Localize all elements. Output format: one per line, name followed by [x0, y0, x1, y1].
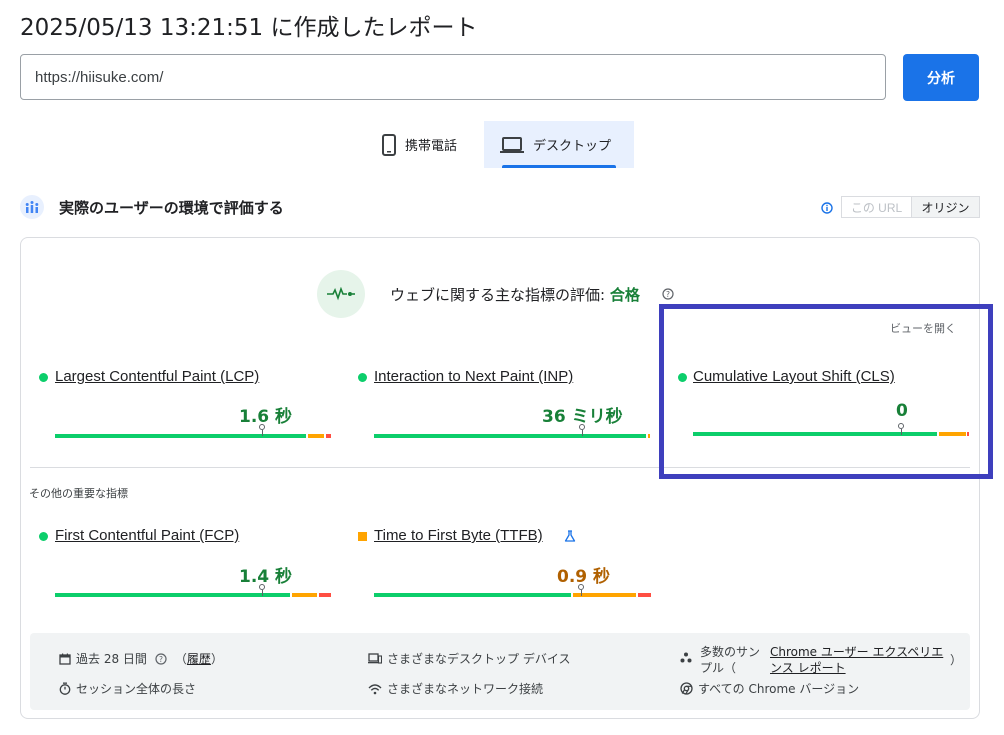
crux-report-link-line2[interactable]: ンス レポート — [770, 659, 846, 676]
samples-prefix-line2: プル（ — [700, 661, 737, 675]
analyze-button[interactable]: 分析 — [903, 54, 979, 101]
distribution-good-bar — [374, 593, 571, 597]
distribution-poor-bar — [638, 593, 651, 597]
wifi-icon — [368, 683, 382, 694]
session-info: セッション全体の長さ — [59, 680, 196, 697]
help-icon[interactable]: ? — [155, 652, 167, 665]
network-text: さまざまなネットワーク接続 — [387, 682, 544, 696]
status-good-dot — [39, 532, 48, 541]
distribution-average-bar — [573, 593, 636, 597]
tab-selected-indicator — [502, 165, 616, 168]
metric-ttfb-name[interactable]: Time to First Byte (TTFB) — [374, 527, 543, 544]
status-good-dot — [358, 373, 367, 382]
distribution-poor-bar — [326, 434, 331, 438]
status-average-square — [358, 532, 367, 541]
samples-icon-wrap — [680, 649, 692, 668]
metric-lcp-name[interactable]: Largest Contentful Paint (LCP) — [55, 368, 259, 385]
tab-desktop-label: デスクトップ — [533, 139, 612, 154]
metric-lcp-value: 1.6 秒 — [239, 407, 293, 427]
devices-info: さまざまなデスクトップ デバイス — [368, 650, 570, 667]
stopwatch-icon — [59, 682, 71, 695]
status-good-dot — [39, 373, 48, 382]
cwv-assessment: ウェブに関する主な指標の評価: 合格 — [390, 284, 640, 305]
chrome-versions-text: すべての Chrome バージョン — [698, 682, 860, 696]
chrome-versions-info: すべての Chrome バージョン — [680, 680, 859, 697]
metric-inp-name[interactable]: Interaction to Next Paint (INP) — [374, 368, 573, 385]
distribution-good-bar — [374, 434, 646, 438]
p75-marker-stem — [262, 430, 263, 436]
history-open-paren: （ — [174, 652, 187, 666]
history-link[interactable]: 履歴 — [187, 650, 211, 667]
devices-text: さまざまなデスクトップ デバイス — [387, 652, 571, 666]
laptop-icon — [500, 136, 524, 153]
other-metrics-label: その他の重要な指標 — [29, 487, 128, 500]
calendar-icon — [59, 653, 71, 665]
distribution-poor-bar — [319, 593, 331, 597]
field-data-title: 実際のユーザーの環境で評価する — [59, 199, 284, 217]
toggle-this-url[interactable]: この URL — [841, 196, 912, 218]
smartphone-icon — [382, 133, 396, 156]
pulse-icon — [317, 270, 365, 318]
experimental-flask-icon — [564, 530, 576, 542]
toggle-origin[interactable]: オリジン — [912, 196, 980, 218]
tab-mobile[interactable]: 携帯電話 — [368, 121, 484, 168]
tab-desktop[interactable]: デスクトップ — [484, 121, 634, 168]
p75-marker-stem — [581, 590, 582, 596]
history-close-paren: ） — [210, 652, 223, 666]
tab-mobile-label: 携帯電話 — [405, 139, 458, 154]
cwv-label: ウェブに関する主な指標の評価: — [390, 286, 606, 304]
network-info: さまざまなネットワーク接続 — [368, 680, 543, 697]
chrome-icon — [680, 682, 693, 695]
report-title: 2025/05/13 13:21:51 に作成したレポート — [20, 15, 478, 41]
distribution-good-bar — [55, 593, 290, 597]
url-input[interactable] — [21, 55, 885, 99]
info-icon[interactable] — [821, 202, 833, 214]
distribution-average-bar — [308, 434, 324, 438]
devices-icon — [368, 652, 382, 664]
crux-report-link-line1[interactable]: Chrome ユーザー エクスペリエ — [770, 643, 943, 660]
cls-highlight-box — [659, 304, 993, 479]
distribution-average-bar — [292, 593, 317, 597]
samples-prefix-line1: 多数のサン — [700, 645, 761, 659]
help-icon[interactable]: ? — [662, 288, 674, 300]
metric-fcp-name[interactable]: First Contentful Paint (FCP) — [55, 527, 239, 544]
svg-text:?: ? — [159, 655, 163, 664]
users-icon — [20, 195, 44, 219]
session-text: セッション全体の長さ — [76, 682, 197, 696]
p75-marker-stem — [262, 590, 263, 596]
distribution-average-bar — [648, 434, 650, 438]
collection-period: 過去 28 日間 ? （履歴） — [59, 650, 223, 667]
url-input-wrapper[interactable] — [20, 54, 886, 100]
metric-fcp-value: 1.4 秒 — [239, 567, 293, 587]
period-text: 過去 28 日間 — [76, 652, 147, 666]
distribution-good-bar — [55, 434, 306, 438]
svg-text:?: ? — [666, 290, 670, 299]
p75-marker-stem — [582, 430, 583, 436]
samples-dots-icon — [680, 652, 692, 663]
metric-ttfb-value: 0.9 秒 — [557, 567, 611, 587]
samples-suffix: ） — [950, 653, 963, 667]
cwv-status: 合格 — [609, 286, 640, 304]
